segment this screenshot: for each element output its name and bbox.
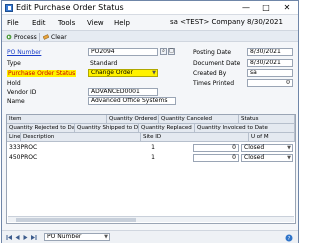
toolbar-separator <box>39 33 40 41</box>
po-number-label[interactable]: PO Number <box>7 49 41 56</box>
sort-order-value: PO Number <box>47 233 82 240</box>
col-item[interactable]: Item <box>7 115 107 124</box>
next-record-icon[interactable] <box>22 234 29 241</box>
app-icon <box>5 4 13 12</box>
row-status-dropdown[interactable]: Closed ▼ <box>241 144 293 152</box>
menu-file[interactable]: File <box>7 19 19 27</box>
col-qty-replaced[interactable]: Quantity Replaced <box>139 124 195 133</box>
window-title: Edit Purchase Order Status <box>16 3 124 12</box>
table-row[interactable]: 450PROC 1 0 Closed ▼ <box>7 154 295 162</box>
last-record-icon[interactable] <box>30 234 37 241</box>
col-description[interactable]: Description <box>21 133 141 142</box>
horizontal-scrollbar[interactable] <box>8 216 294 222</box>
row-status-dropdown[interactable]: Closed ▼ <box>241 154 293 162</box>
menu-view[interactable]: View <box>87 19 104 27</box>
menu-edit[interactable]: Edit <box>32 19 46 27</box>
hold-label: Hold <box>7 80 21 87</box>
maximize-button[interactable]: □ <box>258 2 274 13</box>
times-printed-label: Times Printed <box>193 80 235 87</box>
vendor-id-label: Vendor ID <box>7 89 37 96</box>
title-bar: Edit Purchase Order Status — □ ✕ <box>2 1 298 15</box>
col-qty-canceled[interactable]: Quantity Canceled <box>159 115 239 124</box>
row-status-value: Closed <box>244 154 265 161</box>
type-label: Type <box>7 60 21 67</box>
sort-order-dropdown[interactable]: PO Number ▼ <box>44 233 110 241</box>
menu-tools[interactable]: Tools <box>58 19 75 27</box>
po-status-label: Purchase Order Status <box>7 70 77 77</box>
chevron-down-icon: ▼ <box>152 70 156 76</box>
name-label: Name <box>7 98 25 105</box>
line-items-grid: Item Quantity Ordered Quantity Canceled … <box>6 114 296 224</box>
close-button[interactable]: ✕ <box>279 2 295 13</box>
document-date-field: 8/30/2021 <box>247 59 293 67</box>
posting-date-field[interactable]: 8/30/2021 <box>247 48 293 56</box>
menu-help[interactable]: Help <box>114 19 130 27</box>
col-status[interactable]: Status <box>239 115 295 124</box>
scroll-thumb[interactable] <box>16 218 136 222</box>
table-row[interactable]: 333PROC 1 0 Closed ▼ <box>7 144 295 152</box>
eraser-icon <box>42 34 50 40</box>
chevron-down-icon: ▼ <box>104 234 108 240</box>
process-icon <box>6 34 12 40</box>
lookup-icon[interactable]: ⌕ <box>160 48 167 55</box>
po-status-value: Change Order <box>91 69 133 76</box>
help-icon[interactable]: ? <box>285 234 293 242</box>
row-qty-ordered: 1 <box>151 154 155 161</box>
row-status-value: Closed <box>244 144 265 151</box>
created-by-field: sa <box>247 69 293 77</box>
po-number-field[interactable]: PO2094 <box>88 48 158 56</box>
previous-record-icon[interactable] <box>14 234 21 241</box>
edit-po-status-window: Edit Purchase Order Status — □ ✕ File Ed… <box>1 0 299 243</box>
process-label: Process <box>14 33 37 41</box>
posting-date-label: Posting Date <box>193 49 232 56</box>
vendor-id-field: ADVANCED0001 <box>88 88 158 96</box>
row-item: 333PROC <box>9 144 38 151</box>
row-qty-ordered: 1 <box>151 144 155 151</box>
toolbar: Process Clear <box>2 30 298 42</box>
col-uofm[interactable]: U of M <box>249 133 295 142</box>
col-qty-rejected[interactable]: Quantity Rejected to Date <box>7 124 75 133</box>
row-qty-canceled[interactable]: 0 <box>193 154 239 162</box>
times-printed-field: 0 <box>247 79 293 87</box>
clear-label: Clear <box>51 33 67 41</box>
row-item: 450PROC <box>9 154 38 161</box>
process-button[interactable]: Process <box>6 33 37 41</box>
menu-bar: File Edit Tools View Help sa <TEST> Comp… <box>2 16 298 30</box>
minimize-button[interactable]: — <box>238 2 254 13</box>
vendor-name-field: Advanced Office Systems <box>88 97 176 105</box>
status-bar: PO Number ▼ ? <box>2 230 298 243</box>
first-record-icon[interactable] <box>6 234 13 241</box>
notes-icon[interactable]: □ <box>168 48 175 55</box>
col-qty-shipped[interactable]: Quantity Shipped to Date <box>75 124 139 133</box>
svg-text:?: ? <box>288 236 291 242</box>
col-qty-invoiced[interactable]: Quantity Invoiced to Date <box>195 124 295 133</box>
col-line[interactable]: Line <box>7 133 21 142</box>
chevron-down-icon: ▼ <box>287 155 291 161</box>
document-date-label: Document Date <box>193 60 241 67</box>
col-qty-ordered[interactable]: Quantity Ordered <box>107 115 159 124</box>
type-value: Standard <box>90 60 118 67</box>
created-by-label: Created By <box>193 70 227 77</box>
row-qty-canceled[interactable]: 0 <box>193 144 239 152</box>
company-info: sa <TEST> Company 8/30/2021 <box>170 18 283 26</box>
clear-button[interactable]: Clear <box>42 33 67 41</box>
col-site-id[interactable]: Site ID <box>141 133 249 142</box>
po-status-dropdown[interactable]: Change Order ▼ <box>88 69 158 77</box>
chevron-down-icon: ▼ <box>287 145 291 151</box>
